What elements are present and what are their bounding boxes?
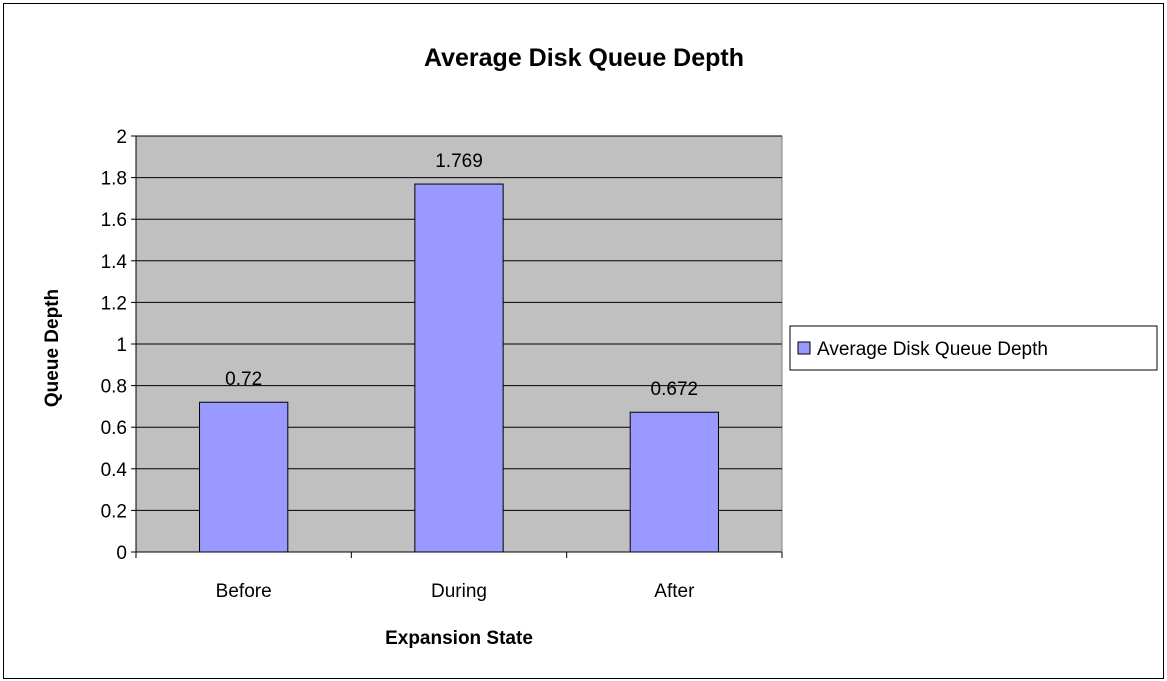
chart-frame: Average Disk Queue Depth 0 0.2 0.4 0.6 0.8 1 1…: [3, 3, 1164, 679]
y-tick-label: 0.8: [101, 377, 127, 398]
bar-during: [414, 183, 504, 553]
legend: Average Disk Queue Depth: [789, 325, 1158, 371]
y-tick-label: 0.6: [101, 418, 127, 439]
y-tick-label: 1.4: [101, 252, 128, 273]
legend-swatch: [797, 341, 811, 355]
x-axis-title: Expansion State: [385, 628, 533, 649]
y-axis-title: Queue Depth: [42, 289, 63, 407]
plot-area: 0 0.2 0.4 0.6 0.8 1 1.2 1.4 1.6 1.8 2 0.72 Before 1.7…: [101, 127, 783, 602]
y-tick-label: 1.8: [101, 169, 127, 190]
data-label-after: 0.672: [651, 379, 699, 400]
bar-before: [199, 401, 289, 553]
x-tick-label-before: Before: [216, 581, 272, 602]
x-tick-label-during: During: [431, 581, 487, 602]
y-tick-label: 0: [116, 543, 127, 564]
data-label-during: 1.769: [435, 151, 483, 172]
x-tick-label-after: After: [654, 581, 695, 602]
y-tick-label: 1: [116, 335, 127, 356]
bar-chart: Average Disk Queue Depth 0 0.2 0.4 0.6 0.8 1 1…: [42, 44, 1158, 649]
legend-label: Average Disk Queue Depth: [817, 339, 1048, 360]
chart-title: Average Disk Queue Depth: [424, 44, 744, 72]
data-label-before: 0.72: [225, 369, 262, 390]
y-tick-label: 2: [116, 127, 127, 148]
y-tick-label: 0.4: [101, 460, 128, 481]
y-tick-label: 1.6: [101, 210, 127, 231]
y-tick-label: 0.2: [101, 501, 127, 522]
bar-after: [629, 411, 719, 553]
y-tick-label: 1.2: [101, 293, 127, 314]
